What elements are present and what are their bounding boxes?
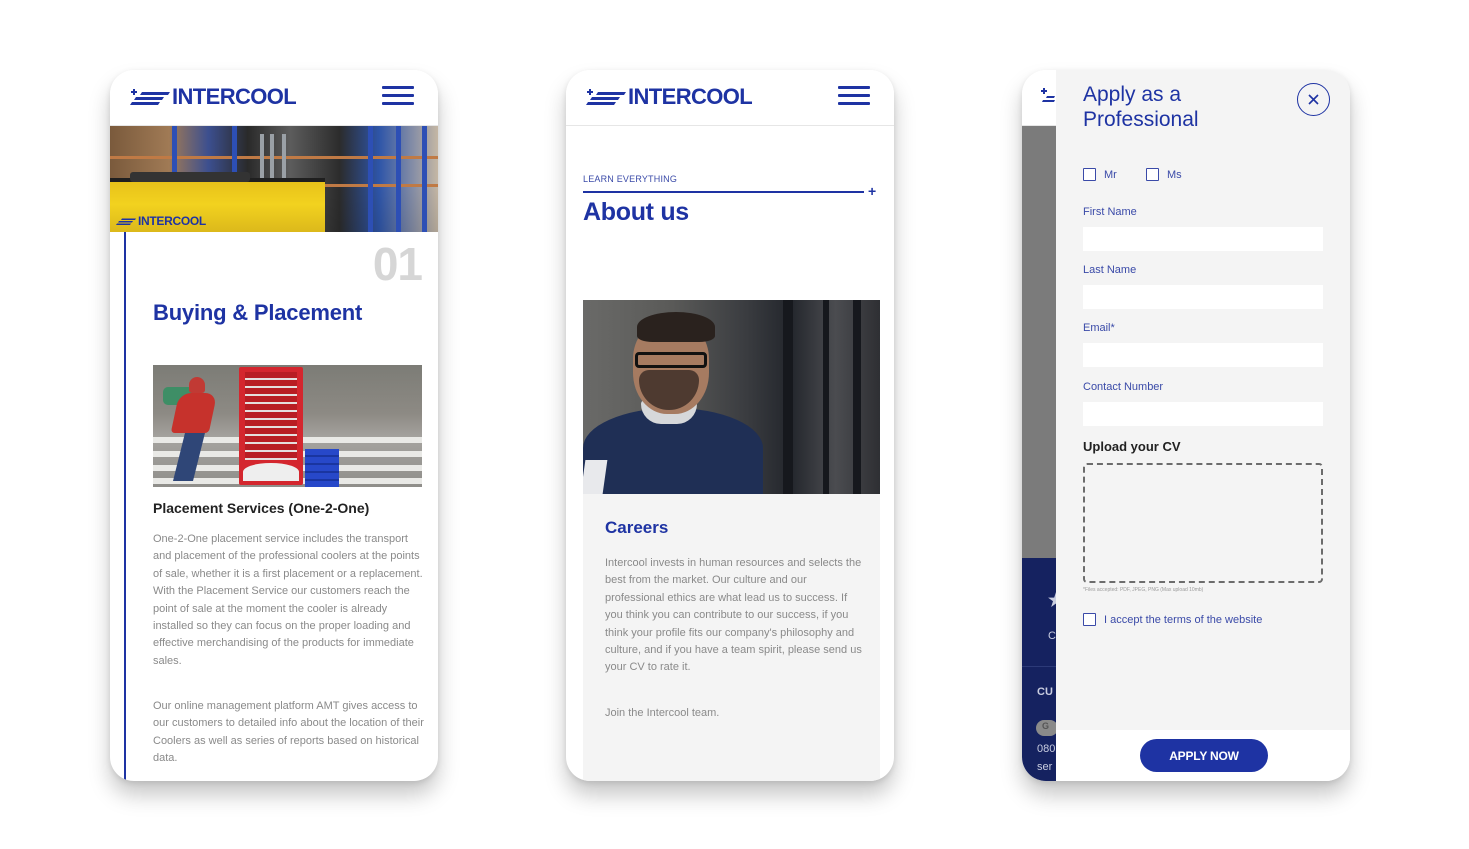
intercool-logo-icon: [116, 218, 136, 225]
brand-logo[interactable]: INTERCOOL: [586, 84, 753, 109]
image-careers-person: [583, 300, 880, 494]
plus-icon[interactable]: +: [868, 184, 876, 198]
intercool-logo-icon: [1041, 88, 1055, 102]
platform-description: Our online management platform AMT gives…: [153, 700, 424, 765]
hero-badge-logo: INTERCOOL: [116, 214, 206, 228]
first-name-input[interactable]: [1083, 227, 1323, 251]
careers-cta-text: Join the Intercool team.: [605, 707, 720, 719]
first-name-label: First Name: [1083, 206, 1137, 218]
phone-screen-apply-form: ★ C CU G 080 ser Apply as a Professional…: [1022, 70, 1350, 781]
bg-fragment: C: [1048, 630, 1056, 642]
contact-number-label: Contact Number: [1083, 381, 1164, 393]
intercool-logo-icon: [130, 89, 170, 105]
timeline-line: [124, 232, 126, 781]
close-icon: [1308, 94, 1319, 105]
bg-fragment: ser: [1037, 761, 1053, 773]
hamburger-menu-icon[interactable]: [838, 86, 870, 106]
eyebrow-label: LEARN EVERYTHING: [583, 174, 678, 184]
intercool-logo-icon: [586, 89, 626, 105]
checkbox-label: Mr: [1104, 168, 1117, 181]
last-name-input[interactable]: [1083, 285, 1323, 309]
terms-label: I accept the terms of the website: [1104, 613, 1263, 626]
close-button[interactable]: [1297, 83, 1330, 116]
phone-screen-buying-placement: INTERCOOL INTERCOOL 01 Buying & Placemen…: [110, 70, 438, 781]
service-subtitle: Placement Services (One-2-One): [153, 500, 370, 516]
drawer-title: Apply as a Professional: [1083, 83, 1199, 131]
section-title: Buying & Placement: [153, 300, 363, 325]
bg-fragment: 080: [1037, 743, 1056, 755]
phone-screen-about-us: INTERCOOL LEARN EVERYTHING + About us Ca…: [566, 70, 894, 781]
service-description: One-2-One placement service includes the…: [153, 533, 423, 667]
salutation-mr-checkbox[interactable]: Mr: [1083, 168, 1117, 181]
checkbox-box[interactable]: [1083, 613, 1096, 626]
background-page-overlay: ★ C CU G 080 ser: [1022, 70, 1064, 781]
brand-name: INTERCOOL: [628, 84, 753, 109]
upload-cv-title: Upload your CV: [1083, 439, 1181, 454]
careers-card: Careers Intercool invests in human resou…: [583, 300, 880, 781]
brand-logo[interactable]: INTERCOOL: [130, 84, 297, 109]
brand-name: INTERCOOL: [172, 84, 297, 109]
hero-image-forklift: INTERCOOL: [110, 126, 438, 232]
contact-number-input[interactable]: [1083, 402, 1323, 426]
apply-drawer: Apply as a Professional Mr Ms First Name…: [1056, 70, 1350, 781]
last-name-label: Last Name: [1083, 264, 1137, 276]
step-number: 01: [372, 238, 423, 290]
accept-terms-checkbox[interactable]: I accept the terms of the website: [1083, 613, 1262, 626]
salutation-ms-checkbox[interactable]: Ms: [1146, 168, 1182, 181]
checkbox-box[interactable]: [1146, 168, 1159, 181]
hero-badge-text: INTERCOOL: [138, 214, 206, 228]
apply-now-button[interactable]: APPLY NOW: [1140, 739, 1268, 772]
bg-fragment: G: [1042, 721, 1050, 731]
bg-fragment: CU: [1037, 686, 1053, 698]
eyebrow-divider: [583, 191, 864, 193]
upload-file-note: *Files accepted: PDF, JPEG, PNG (Max upl…: [1083, 587, 1204, 593]
site-header: INTERCOOL: [566, 70, 894, 126]
email-input[interactable]: [1083, 343, 1323, 367]
drawer-footer: APPLY NOW: [1056, 730, 1350, 781]
hamburger-menu-icon[interactable]: [382, 86, 414, 106]
cv-upload-dropzone[interactable]: [1083, 463, 1323, 583]
page-title: About us: [583, 198, 689, 226]
checkbox-box[interactable]: [1083, 168, 1096, 181]
site-header: INTERCOOL: [110, 70, 438, 126]
careers-description: Intercool invests in human resources and…: [605, 557, 862, 674]
careers-title: Careers: [605, 518, 669, 537]
email-label: Email*: [1083, 322, 1115, 334]
image-cooler-placement: [153, 365, 422, 487]
checkbox-label: Ms: [1167, 168, 1182, 181]
